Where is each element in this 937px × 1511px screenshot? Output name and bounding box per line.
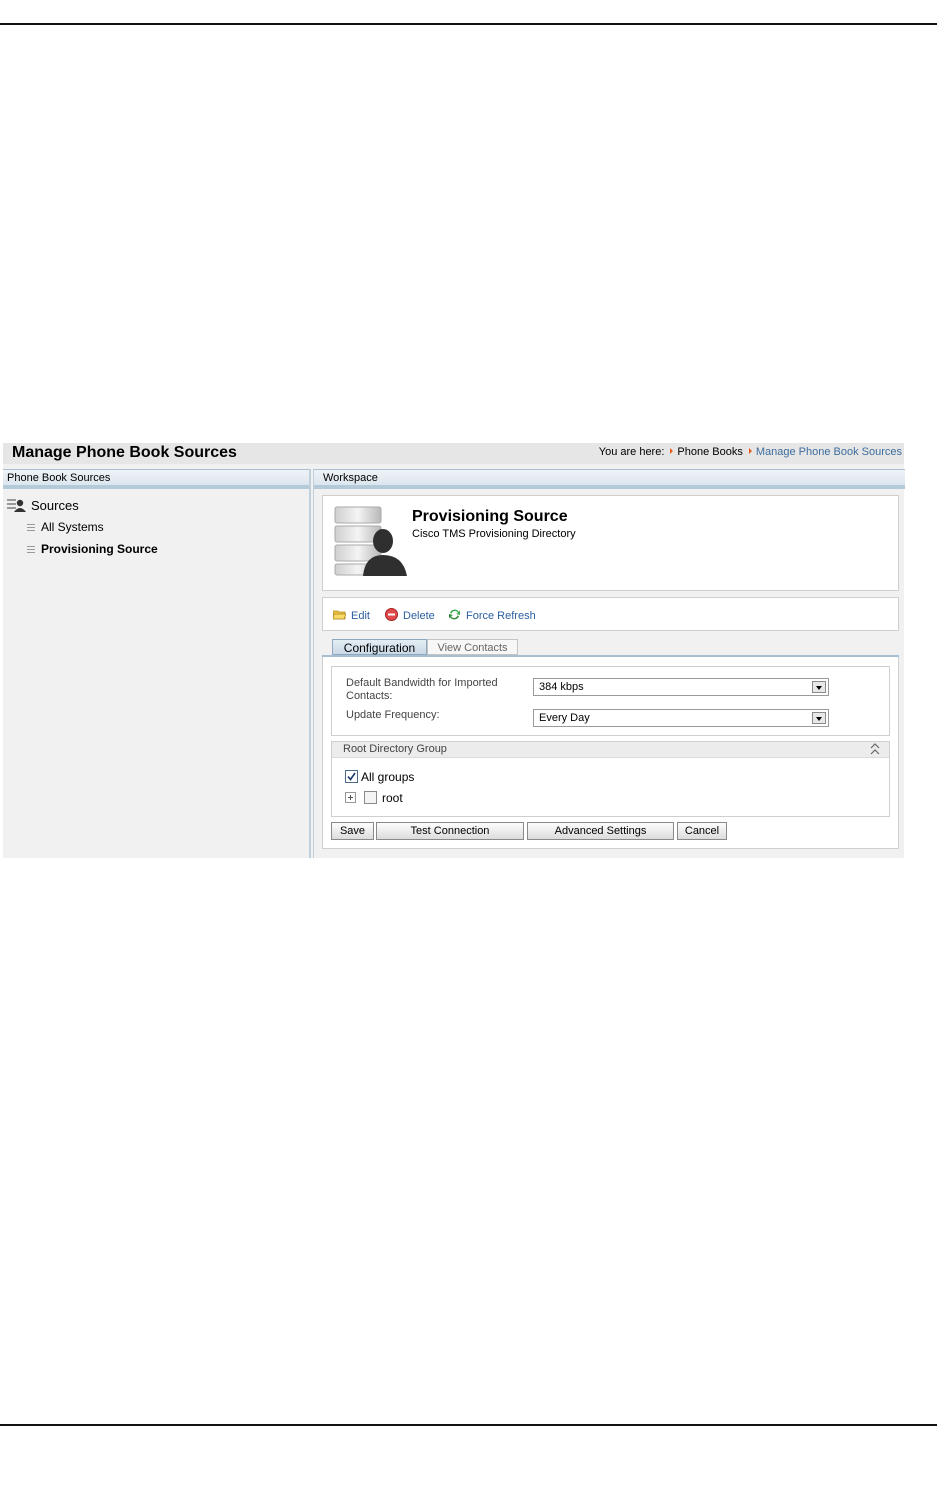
source-header-card: Provisioning Source Cisco TMS Provisioni… <box>322 495 899 591</box>
list-icon <box>27 524 35 532</box>
root-directory-group-title: Root Directory Group <box>343 743 447 755</box>
breadcrumb-item-phone-books[interactable]: Phone Books <box>677 446 742 458</box>
frequency-label: Update Frequency: <box>346 709 440 721</box>
directory-user-icon <box>334 506 407 576</box>
refresh-icon <box>449 609 460 620</box>
bandwidth-label: Default Bandwidth for Imported Contacts: <box>346 677 498 702</box>
root-label: root <box>382 791 403 805</box>
bandwidth-select[interactable]: 384 kbps <box>533 678 829 696</box>
root-directory-group: Root Directory Group All groups root <box>331 741 890 817</box>
workspace-header: Workspace <box>314 469 905 489</box>
tree-item-provisioning-source[interactable]: Provisioning Source <box>27 542 158 556</box>
force-refresh-label: Force Refresh <box>466 610 536 622</box>
sources-icon <box>7 499 26 512</box>
top-rule <box>0 23 937 25</box>
test-connection-button[interactable]: Test Connection <box>376 822 524 840</box>
breadcrumb-arrow-icon <box>748 448 752 454</box>
sources-panel-header: Phone Book Sources <box>3 469 309 489</box>
breadcrumb-label: You are here: <box>598 446 665 458</box>
edit-action[interactable]: Edit <box>333 608 370 622</box>
cancel-button[interactable]: Cancel <box>677 822 727 840</box>
frequency-value: Every Day <box>539 712 590 724</box>
all-groups-label: All groups <box>361 770 415 784</box>
source-name: Provisioning Source <box>412 508 568 525</box>
collapse-icon[interactable] <box>870 743 880 755</box>
settings-group: Default Bandwidth for Imported Contacts:… <box>331 666 890 736</box>
delete-action[interactable]: Delete <box>385 608 435 622</box>
configuration-content: Default Bandwidth for Imported Contacts:… <box>322 657 899 849</box>
folder-edit-icon <box>333 610 346 620</box>
delete-icon <box>385 608 398 621</box>
breadcrumb: You are here: Phone Books Manage Phone Boo… <box>599 446 902 458</box>
source-type: Cisco TMS Provisioning Directory <box>412 528 576 540</box>
action-bar: Edit Delete Force Refresh <box>322 597 899 631</box>
tab-bar: Configuration View Contacts <box>322 639 899 657</box>
root-row: root <box>345 791 403 805</box>
tree-root-sources[interactable]: Sources <box>7 498 79 513</box>
edit-label: Edit <box>351 610 370 622</box>
workspace-panel: Workspace Provisioning Source Cisco TMS … <box>313 469 905 858</box>
root-checkbox[interactable] <box>364 791 377 804</box>
bottom-rule <box>0 1424 937 1426</box>
tab-configuration[interactable]: Configuration <box>332 639 427 655</box>
tree-item-label: Provisioning Source <box>41 542 158 556</box>
delete-label: Delete <box>403 610 435 622</box>
tree-item-all-systems[interactable]: All Systems <box>27 520 104 534</box>
all-groups-checkbox[interactable] <box>345 770 358 783</box>
sources-panel: Phone Book Sources Sources All Systems P… <box>3 469 311 858</box>
expand-icon[interactable] <box>345 792 356 803</box>
breadcrumb-arrow-icon <box>670 448 674 454</box>
all-groups-row: All groups <box>345 770 414 784</box>
form-buttons: Save Test Connection Advanced Settings C… <box>331 822 890 840</box>
chevron-down-icon <box>812 681 826 693</box>
force-refresh-action[interactable]: Force Refresh <box>448 608 536 622</box>
save-button[interactable]: Save <box>331 822 374 840</box>
app-window: Manage Phone Book Sources You are here: P… <box>3 443 905 858</box>
root-directory-group-header[interactable]: Root Directory Group <box>332 742 889 758</box>
breadcrumb-item-current: Manage Phone Book Sources <box>755 446 902 458</box>
tree-root-label: Sources <box>31 498 79 513</box>
page-title: Manage Phone Book Sources <box>12 444 237 461</box>
advanced-settings-button[interactable]: Advanced Settings <box>527 822 674 840</box>
title-bar: Manage Phone Book Sources You are here: P… <box>3 443 904 464</box>
list-icon <box>27 546 35 554</box>
bandwidth-value: 384 kbps <box>539 681 584 693</box>
frequency-select[interactable]: Every Day <box>533 709 829 727</box>
chevron-down-icon <box>812 712 826 724</box>
tab-view-contacts[interactable]: View Contacts <box>427 639 518 655</box>
tree-item-label: All Systems <box>41 520 104 534</box>
